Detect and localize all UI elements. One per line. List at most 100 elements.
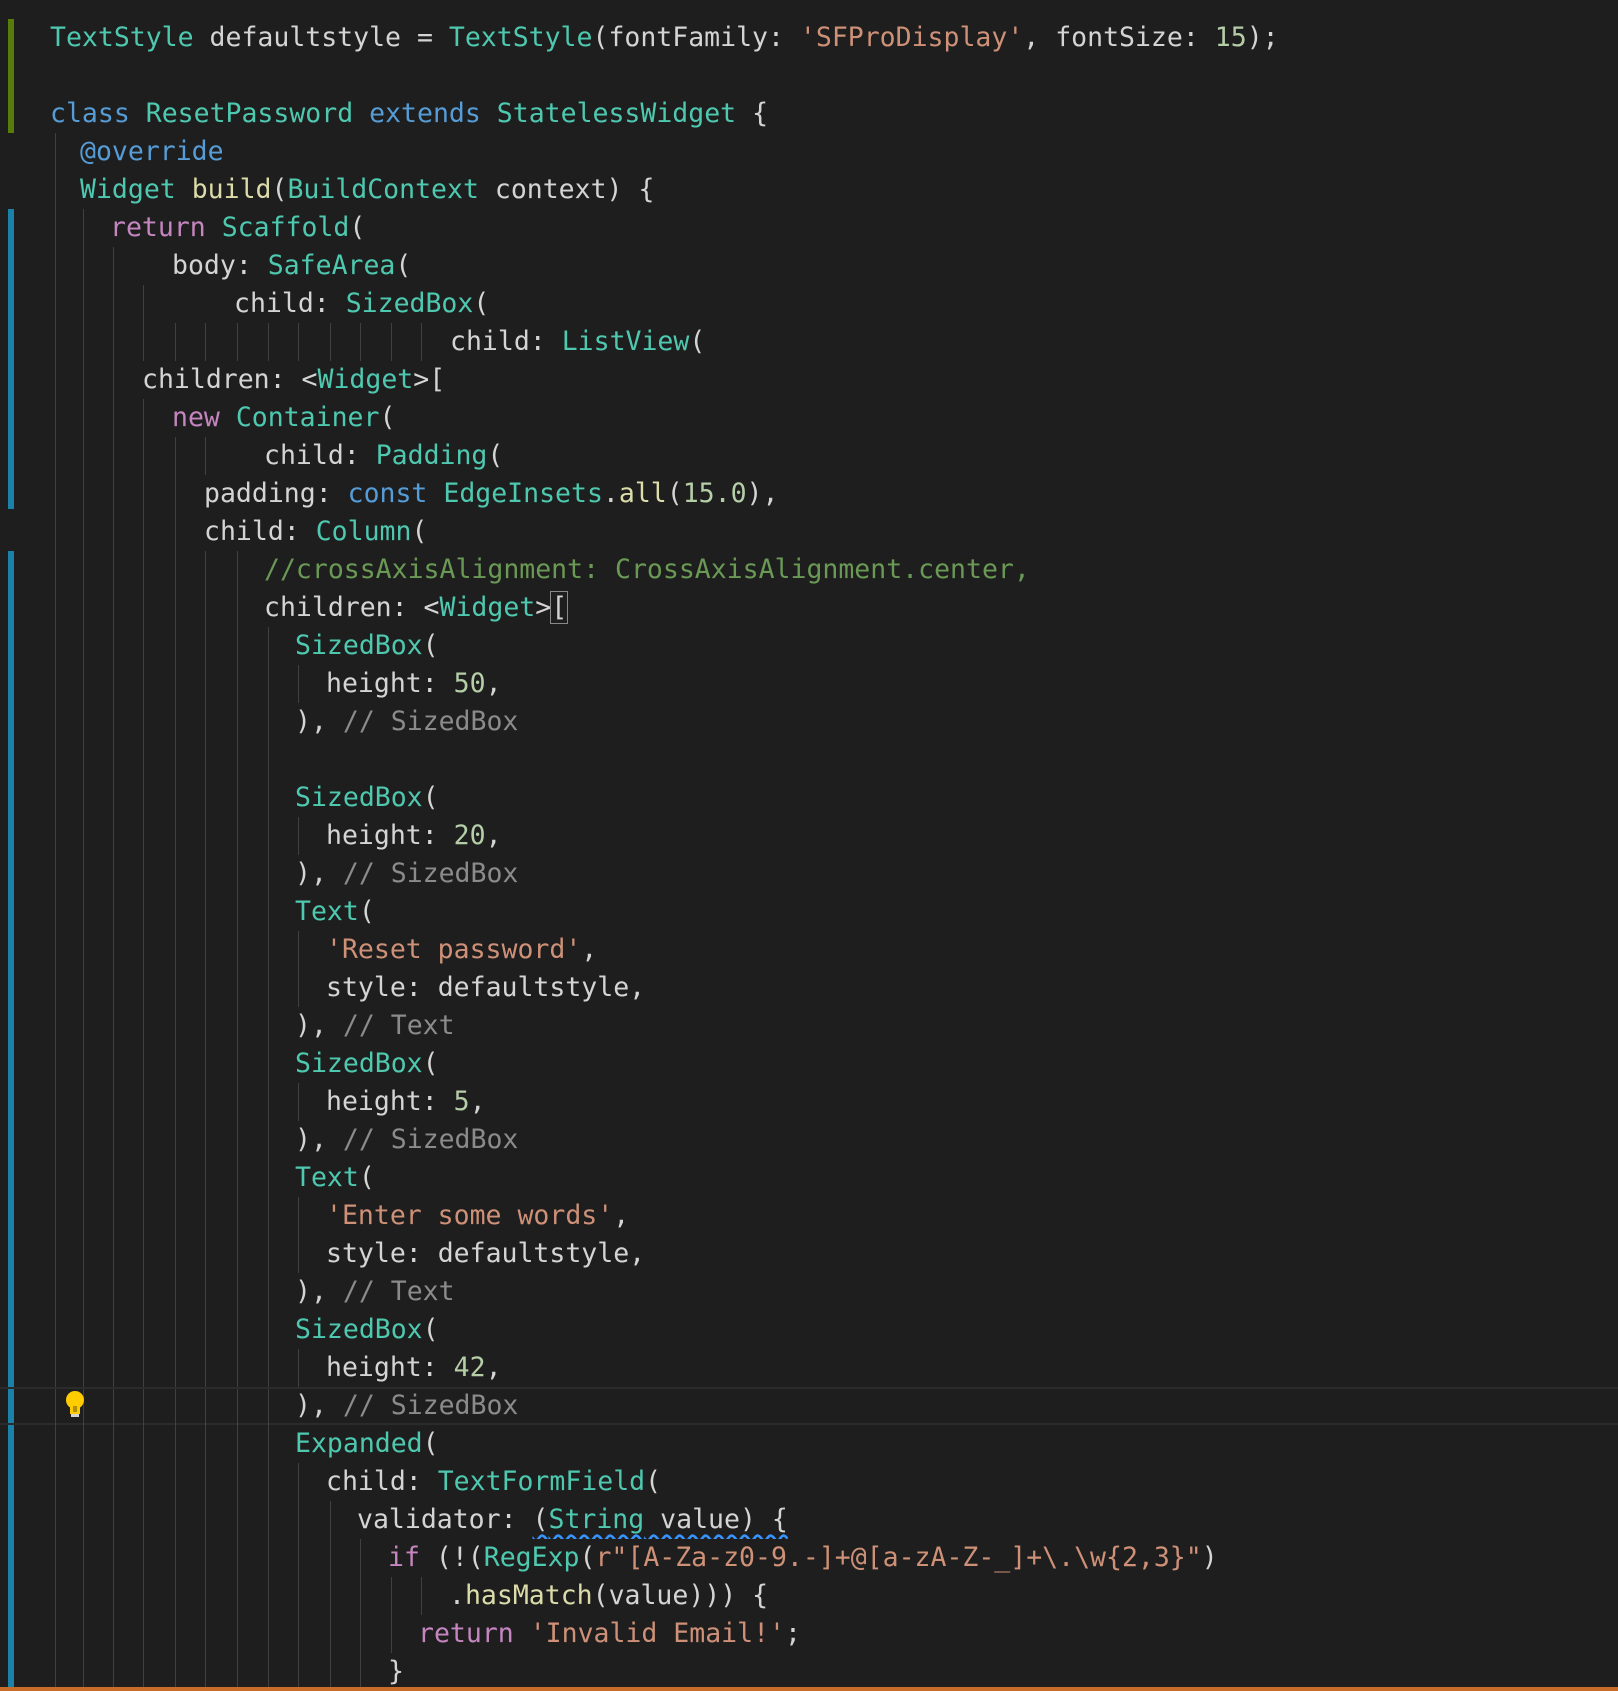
code-line[interactable] [0,741,1618,779]
indent-guide [55,551,56,589]
indent-guide [83,1083,84,1121]
indent-guide [143,1425,144,1463]
code-token: if [388,1542,420,1573]
lightbulb-icon[interactable] [64,1390,86,1420]
code-line[interactable]: @override [0,133,1618,171]
code-text: Widget build(BuildContext context) { [80,171,655,209]
code-token: SizedBox [295,1048,423,1079]
code-line[interactable]: style: defaultstyle, [0,969,1618,1007]
indent-guide [175,855,176,893]
indent-guide [55,1539,56,1577]
indent-guide [113,1389,114,1427]
code-line[interactable]: SizedBox( [0,1311,1618,1349]
indent-guide [143,1235,144,1273]
indent-guide [298,1501,299,1539]
code-token: // Text [342,1276,455,1307]
indent-guide [83,1159,84,1197]
code-token: StatelessWidget [496,98,737,129]
code-text: child: SizedBox( [234,285,490,323]
indent-guide [360,1653,361,1691]
code-text: height: 5, [326,1083,486,1121]
indent-guide [205,741,206,779]
code-line[interactable]: children: <Widget>[ [0,589,1618,627]
code-token: ( [422,1314,439,1345]
indent-guide [237,1425,238,1463]
indent-guide [237,703,238,741]
code-line[interactable]: new Container( [0,399,1618,437]
code-line[interactable]: child: TextFormField( [0,1463,1618,1501]
code-line[interactable]: Text( [0,1159,1618,1197]
indent-guide [175,1197,176,1235]
indent-guide [55,1007,56,1045]
code-line[interactable]: if (!(RegExp(r"[A-Za-z0-9.-]+@[a-zA-Z-_]… [0,1539,1618,1577]
indent-guide [143,1389,144,1427]
code-line[interactable]: Text( [0,893,1618,931]
code-line[interactable]: children: <Widget>[ [0,361,1618,399]
indent-guide [237,589,238,627]
code-line[interactable]: SizedBox( [0,627,1618,665]
code-line[interactable]: ), // SizedBox [0,703,1618,741]
code-line[interactable]: Widget build(BuildContext context) { [0,171,1618,209]
code-line[interactable]: 'Enter some words', [0,1197,1618,1235]
indent-guide [55,779,56,817]
code-line[interactable]: SizedBox( [0,779,1618,817]
code-line[interactable]: 'Reset password', [0,931,1618,969]
indent-guide [113,1311,114,1349]
code-line[interactable]: class ResetPassword extends StatelessWid… [0,95,1618,133]
code-token: SizedBox [345,288,474,319]
indent-guide [55,513,56,551]
code-token: { [736,98,769,129]
code-line[interactable]: child: SizedBox( [0,285,1618,323]
code-line[interactable]: height: 20, [0,817,1618,855]
code-line[interactable]: .hasMatch(value))) { [0,1577,1618,1615]
indent-guide [113,1197,114,1235]
code-text: //crossAxisAlignment: CrossAxisAlignment… [264,551,1030,589]
code-line[interactable]: height: 42, [0,1349,1618,1387]
code-token: r"[A-Za-z0-9.-]+@[a-zA-Z-_]+\.\w{2,3}" [595,1542,1202,1573]
indent-guide [113,855,114,893]
code-line[interactable]: return 'Invalid Email!'; [0,1615,1618,1653]
code-line[interactable]: padding: const EdgeInsets.all(15.0), [0,475,1618,513]
code-line[interactable]: //crossAxisAlignment: CrossAxisAlignment… [0,551,1618,589]
code-line[interactable]: validator: (String value) { [0,1501,1618,1539]
code-text: return 'Invalid Email!'; [418,1615,801,1653]
indent-guide [55,741,56,779]
code-line[interactable]: style: defaultstyle, [0,1235,1618,1273]
code-line[interactable] [0,57,1618,95]
code-line[interactable]: height: 50, [0,665,1618,703]
code-line[interactable]: ), // Text [0,1007,1618,1045]
code-token: ( [379,402,396,433]
indent-guide [143,1577,144,1615]
code-line[interactable]: Expanded( [0,1425,1618,1463]
code-line[interactable]: child: Column( [0,513,1618,551]
code-line[interactable]: height: 5, [0,1083,1618,1121]
code-line[interactable]: ), // SizedBox [0,1121,1618,1159]
code-line[interactable]: } [0,1653,1618,1691]
code-line[interactable]: return Scaffold( [0,209,1618,247]
code-token: fontSize [1055,22,1183,53]
code-token: ), [746,478,779,509]
code-line[interactable]: ), // Text [0,1273,1618,1311]
code-token: // Text [342,1010,455,1041]
code-line[interactable]: TextStyle defaultstyle = TextStyle(fontF… [0,19,1618,57]
indent-guide [175,1389,176,1427]
indent-guide [113,399,114,437]
code-line[interactable]: ), // SizedBox [0,855,1618,893]
code-line[interactable]: body: SafeArea( [0,247,1618,285]
code-token: : [405,1466,438,1497]
indent-guide [175,817,176,855]
code-token: 'Enter some words' [326,1200,614,1231]
code-editor[interactable]: TextStyle defaultstyle = TextStyle(fontF… [0,0,1618,1691]
indent-guide [55,1235,56,1273]
code-line[interactable]: child: ListView( [0,323,1618,361]
code-line[interactable]: SizedBox( [0,1045,1618,1083]
code-token: padding [204,478,316,509]
code-token: ResetPassword [145,98,354,129]
code-line[interactable]: child: Padding( [0,437,1618,475]
indent-guide [205,893,206,931]
code-line[interactable]: ), // SizedBox [0,1387,1618,1427]
indent-guide [143,855,144,893]
code-token: // SizedBox [342,858,519,889]
